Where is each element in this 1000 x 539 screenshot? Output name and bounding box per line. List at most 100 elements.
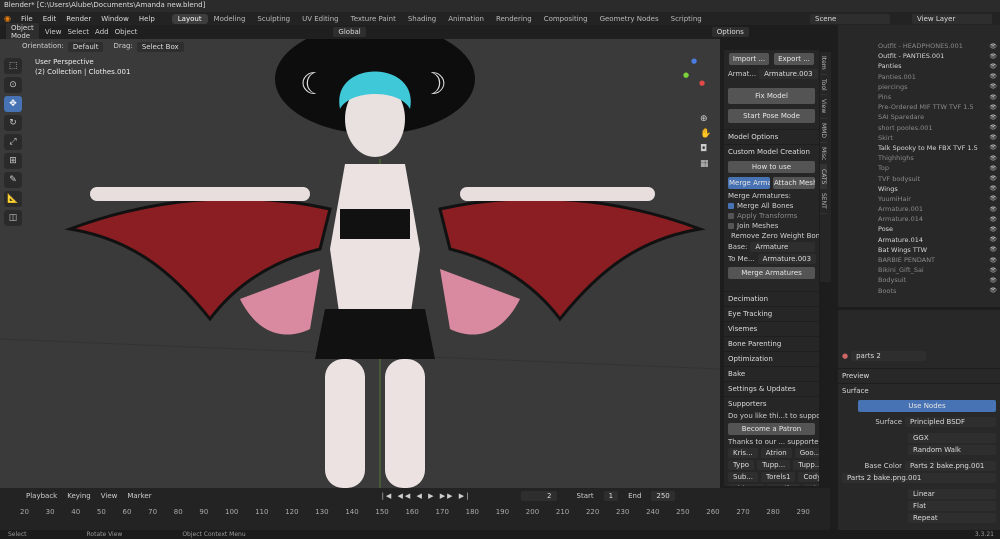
attach-mesh-tab[interactable]: Attach Mesh bbox=[773, 177, 815, 189]
section-optimization[interactable]: Optimization bbox=[724, 351, 819, 366]
outliner-item[interactable]: Panties.001 👁 bbox=[878, 72, 1000, 82]
outliner-item[interactable]: BARBIE PENDANT 👁 bbox=[878, 255, 1000, 265]
visibility-eye-icon[interactable]: 👁 bbox=[989, 277, 997, 284]
measure-icon[interactable]: 📐 bbox=[4, 191, 22, 207]
section-bake[interactable]: Bake bbox=[724, 366, 819, 381]
playback-controls[interactable]: |◀ ◀◀ ◀ ▶ ▶▶ ▶| bbox=[382, 492, 471, 500]
outliner-item[interactable]: piercings 👁 bbox=[878, 82, 1000, 92]
zoom-icon[interactable]: ⊕ bbox=[700, 114, 711, 124]
visibility-eye-icon[interactable]: 👁 bbox=[989, 257, 997, 264]
visibility-eye-icon[interactable]: 👁 bbox=[989, 236, 997, 243]
model-options-section[interactable]: Model Options bbox=[724, 129, 819, 144]
base-armature-dropdown[interactable]: Armature bbox=[750, 242, 815, 252]
gizmo-z-icon[interactable]: ● bbox=[691, 57, 697, 65]
supporter-button[interactable]: Godf... bbox=[766, 484, 800, 486]
select-box-icon[interactable]: ⬚ bbox=[4, 58, 22, 74]
visibility-eye-icon[interactable]: 👁 bbox=[989, 43, 997, 50]
add-menu[interactable]: Add bbox=[95, 28, 109, 36]
outliner-item[interactable]: Pre-Ordered MIF TTW TVF 1.5 👁 bbox=[878, 102, 1000, 112]
material-name-field[interactable]: parts 2 bbox=[851, 351, 927, 361]
menu-window[interactable]: Window bbox=[96, 15, 134, 23]
tab-texture-paint[interactable]: Texture Paint bbox=[345, 14, 402, 24]
tab-layout[interactable]: Layout bbox=[171, 13, 208, 24]
outliner-item[interactable]: Armature.001 👁 bbox=[878, 204, 1000, 214]
menu-file[interactable]: File bbox=[16, 15, 38, 23]
apply-transforms-checkbox[interactable]: Apply Transforms bbox=[724, 211, 819, 221]
end-frame-field[interactable]: 250 bbox=[651, 491, 675, 501]
gizmo-x-icon[interactable]: ● bbox=[699, 79, 705, 87]
supporter-button[interactable]: Mizu... bbox=[802, 484, 819, 486]
tab-sculpting[interactable]: Sculpting bbox=[251, 14, 296, 24]
timeline-ruler[interactable]: 20 30 40 50 60 70 80 90 100 110 120 130 140 150 160 170… bbox=[0, 504, 830, 520]
object-menu[interactable]: Object bbox=[115, 28, 138, 36]
rotate-icon[interactable]: ↻ bbox=[4, 115, 22, 131]
armature-dropdown[interactable]: Armature.003 bbox=[759, 69, 818, 79]
playback-menu[interactable]: Playback bbox=[26, 492, 57, 500]
menu-edit[interactable]: Edit bbox=[38, 15, 62, 23]
outliner-item[interactable]: Armature.014 👁 bbox=[878, 235, 1000, 245]
scale-icon[interactable]: ⤢ bbox=[4, 134, 22, 150]
visibility-eye-icon[interactable]: 👁 bbox=[989, 124, 997, 131]
visibility-eye-icon[interactable]: 👁 bbox=[989, 83, 997, 90]
select-menu[interactable]: Select bbox=[67, 28, 89, 36]
join-meshes-checkbox[interactable]: Join Meshes bbox=[724, 221, 819, 231]
outliner-item[interactable]: Pins 👁 bbox=[878, 92, 1000, 102]
cursor-icon[interactable]: ⊙ bbox=[4, 77, 22, 93]
visibility-eye-icon[interactable]: 👁 bbox=[989, 287, 997, 294]
section-visemes[interactable]: Visemes bbox=[724, 321, 819, 336]
visibility-eye-icon[interactable]: 👁 bbox=[989, 206, 997, 213]
visibility-eye-icon[interactable]: 👁 bbox=[989, 246, 997, 253]
distribution-dropdown[interactable]: GGX bbox=[908, 433, 996, 443]
options-button[interactable]: Options bbox=[711, 27, 749, 37]
supporter-button[interactable]: Tupp... bbox=[757, 460, 791, 470]
outliner-item[interactable]: Skirt 👁 bbox=[878, 133, 1000, 143]
supporter-button[interactable]: Sub... bbox=[728, 472, 758, 482]
visibility-eye-icon[interactable]: 👁 bbox=[989, 195, 997, 202]
outliner-item[interactable]: Armature.014 👁 bbox=[878, 214, 1000, 224]
3d-viewport[interactable]: Orientation: Default Drag: Select Box Us… bbox=[0, 39, 720, 488]
navigation-gizmo[interactable]: ● ● ● bbox=[683, 57, 713, 107]
timeline-view-menu[interactable]: View bbox=[101, 492, 118, 500]
import-button[interactable]: Import ... bbox=[729, 53, 769, 65]
supporter-button[interactable]: Atrion bbox=[760, 448, 792, 458]
outliner-item[interactable]: Pose 👁 bbox=[878, 224, 1000, 234]
outliner-item[interactable]: Wings 👁 bbox=[878, 184, 1000, 194]
preview-section[interactable]: Preview bbox=[838, 368, 1000, 383]
merge-target-dropdown[interactable]: Armature.003 bbox=[757, 254, 817, 264]
surface-section[interactable]: Surface bbox=[838, 383, 1000, 398]
tab-shading[interactable]: Shading bbox=[402, 14, 442, 24]
outliner-item[interactable]: short pooles.001 👁 bbox=[878, 123, 1000, 133]
merge-all-bones-checkbox[interactable]: Merge All Bones bbox=[724, 201, 819, 211]
section-bone-parenting[interactable]: Bone Parenting bbox=[724, 336, 819, 351]
transform-icon[interactable]: ⊞ bbox=[4, 153, 22, 169]
outliner-item[interactable]: Bikini_Gift_Sai 👁 bbox=[878, 265, 1000, 275]
tab-sent[interactable]: SENT bbox=[820, 189, 827, 214]
interpolation-dropdown[interactable]: Linear bbox=[908, 489, 996, 499]
outliner-item[interactable]: Outfit - PANTIES.001 👁 bbox=[878, 51, 1000, 61]
outliner-item[interactable]: Boots 👁 bbox=[878, 286, 1000, 296]
menu-help[interactable]: Help bbox=[134, 15, 160, 23]
start-pose-mode-button[interactable]: Start Pose Mode bbox=[728, 109, 815, 123]
visibility-eye-icon[interactable]: 👁 bbox=[989, 267, 997, 274]
tab-geometry-nodes[interactable]: Geometry Nodes bbox=[594, 14, 665, 24]
use-nodes-button[interactable]: Use Nodes bbox=[858, 400, 996, 412]
visibility-eye-icon[interactable]: 👁 bbox=[989, 94, 997, 101]
supporter-button[interactable]: Sirius... bbox=[728, 484, 764, 486]
tab-item[interactable]: Item bbox=[820, 52, 827, 75]
outliner-item[interactable]: SAI Sparedare 👁 bbox=[878, 112, 1000, 122]
visibility-eye-icon[interactable]: 👁 bbox=[989, 165, 997, 172]
section-settings-updates[interactable]: Settings & Updates bbox=[724, 381, 819, 396]
tab-animation[interactable]: Animation bbox=[442, 14, 490, 24]
section-eye-tracking[interactable]: Eye Tracking bbox=[724, 306, 819, 321]
visibility-eye-icon[interactable]: 👁 bbox=[989, 226, 997, 233]
transform-orientation-dropdown[interactable]: Global bbox=[333, 27, 366, 37]
supporter-button[interactable]: Torels1 bbox=[761, 472, 796, 482]
outliner-item[interactable]: YuumiHair 👁 bbox=[878, 194, 1000, 204]
visibility-eye-icon[interactable]: 👁 bbox=[989, 104, 997, 111]
outliner-item[interactable]: Panties 👁 bbox=[878, 61, 1000, 71]
tab-scripting[interactable]: Scripting bbox=[665, 14, 708, 24]
outliner-item[interactable]: Bat Wings TTW 👁 bbox=[878, 245, 1000, 255]
scene-selector[interactable]: Scene bbox=[810, 13, 890, 24]
how-to-use-button[interactable]: How to use bbox=[728, 161, 815, 173]
visibility-eye-icon[interactable]: 👁 bbox=[989, 216, 997, 223]
